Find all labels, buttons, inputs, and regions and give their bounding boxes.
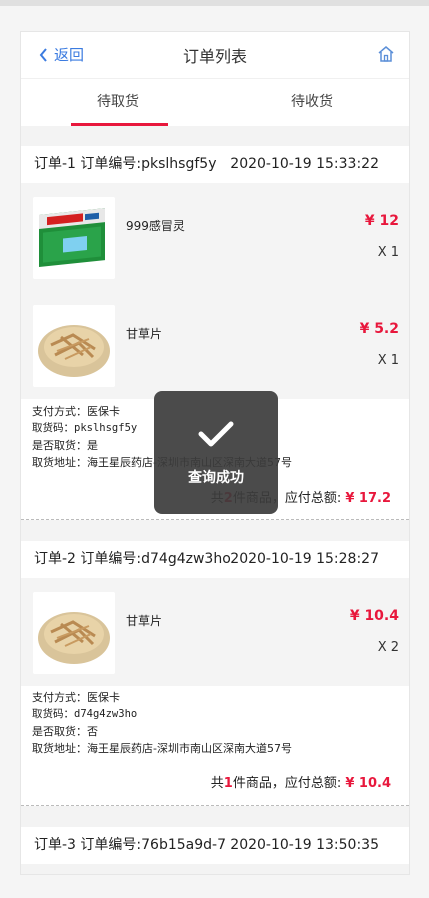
home-icon bbox=[378, 46, 394, 62]
product-price: ¥ 10.4 bbox=[349, 608, 399, 624]
nav-bar: 返回 订单列表 bbox=[21, 32, 409, 79]
product-image bbox=[33, 197, 115, 279]
browser-top-strip bbox=[0, 0, 429, 6]
total-amount: ¥ 17.2 bbox=[345, 491, 391, 506]
order-header: 订单-1 订单编号:pkslhsgf5y 2020-10-19 15:33:22 bbox=[21, 146, 409, 182]
section-gap bbox=[21, 126, 409, 146]
order-header: 订单-2 订单编号:d74g4zw3ho 2020-10-19 15:28:27 bbox=[21, 541, 409, 577]
tab-bar: 待取货 待收货 bbox=[21, 79, 409, 126]
total-amount: ¥ 10.4 bbox=[345, 776, 391, 791]
product-quantity: X 1 bbox=[377, 353, 399, 368]
page-title: 订单列表 bbox=[182, 47, 247, 66]
order-total: 共1件商品，应付总额: ¥ 10.4 bbox=[210, 776, 391, 791]
order-details: 支付方式：医保卡 取货码：d74g4zw3ho 是否取货：否 取货地址：海王星辰… bbox=[32, 689, 292, 757]
product-price: ¥ 12 bbox=[364, 213, 399, 229]
order-time: 2020-10-19 15:33:22 bbox=[230, 156, 379, 172]
home-button[interactable] bbox=[377, 45, 395, 67]
product-image bbox=[33, 592, 115, 674]
product-name: 999感冒灵 bbox=[126, 219, 185, 233]
pickup-status: 是否取货：否 bbox=[32, 725, 98, 738]
section-gap bbox=[21, 864, 409, 874]
product-quantity: X 1 bbox=[377, 245, 399, 260]
order-id: 订单-2 订单编号:d74g4zw3ho bbox=[34, 551, 231, 567]
order-id: 订单-3 订单编号:76b15a9d-7 bbox=[34, 837, 226, 853]
success-toast: 查询成功 bbox=[154, 391, 278, 514]
order-item[interactable]: 甘草片 ¥ 5.2 X 1 bbox=[21, 291, 409, 399]
pickup-address: 取货地址：海王星辰药店-深圳市南山区深南大道57号 bbox=[32, 742, 292, 755]
item-count: 1 bbox=[223, 776, 233, 791]
section-gap bbox=[21, 520, 409, 541]
product-quantity: X 2 bbox=[377, 640, 399, 655]
order-id: 订单-1 订单编号:pkslhsgf5y bbox=[34, 156, 217, 172]
order-item[interactable]: 甘草片 ¥ 10.4 X 2 bbox=[21, 578, 409, 686]
product-price: ¥ 5.2 bbox=[359, 321, 399, 337]
section-gap bbox=[21, 806, 409, 827]
toast-message: 查询成功 bbox=[188, 470, 244, 486]
pickup-code: 取货码：d74g4zw3ho bbox=[32, 708, 138, 720]
checkmark-icon bbox=[198, 421, 234, 447]
payment-method: 支付方式：医保卡 bbox=[32, 691, 120, 704]
tab-pending-receipt[interactable]: 待收货 bbox=[215, 79, 409, 125]
tab-pending-pickup[interactable]: 待取货 bbox=[21, 79, 215, 126]
order-header: 订单-3 订单编号:76b15a9d-7 2020-10-19 13:50:35 bbox=[21, 827, 409, 863]
product-name: 甘草片 bbox=[126, 327, 163, 341]
product-name: 甘草片 bbox=[126, 614, 163, 628]
order-item[interactable]: 999感冒灵 ¥ 12 X 1 bbox=[21, 183, 409, 291]
order-time: 2020-10-19 13:50:35 bbox=[230, 837, 379, 853]
order-time: 2020-10-19 15:28:27 bbox=[230, 551, 379, 567]
product-image bbox=[33, 305, 115, 387]
